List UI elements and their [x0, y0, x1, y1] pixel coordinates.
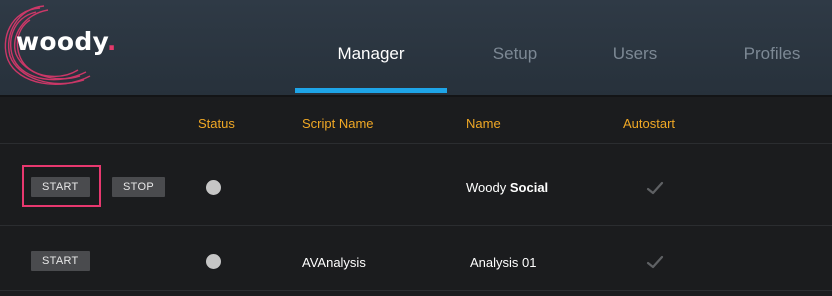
tab-users[interactable]: Users [595, 44, 675, 70]
col-header-status: Status [198, 116, 235, 131]
start-button[interactable]: START [31, 177, 90, 197]
tab-profiles[interactable]: Profiles [722, 44, 822, 70]
col-header-autostart: Autostart [623, 116, 676, 131]
header-divider [0, 95, 832, 97]
tab-manager[interactable]: Manager [295, 44, 447, 70]
start-button[interactable]: START [31, 251, 90, 271]
col-header-name: Name [466, 116, 501, 131]
tab-setup-label: Setup [492, 44, 538, 63]
active-tab-indicator [295, 88, 447, 93]
name-prefix: Analysis 01 [470, 255, 537, 270]
autostart-check-icon [646, 181, 664, 195]
name-cell: Analysis 01 [470, 255, 536, 270]
tab-setup[interactable]: Setup [470, 44, 560, 70]
row-divider [0, 143, 832, 144]
script-name-cell: AVAnalysis [302, 255, 366, 270]
stop-button[interactable]: STOP [112, 177, 165, 197]
tab-manager-label: Manager [337, 44, 405, 63]
row-divider [0, 225, 832, 226]
status-indicator-icon [206, 180, 221, 195]
tab-profiles-label: Profiles [743, 44, 801, 63]
tab-users-label: Users [612, 44, 658, 63]
row-divider [0, 290, 832, 291]
top-header: woody. Manager Setup Users Profiles [0, 0, 832, 95]
col-header-script-name: Script Name [302, 116, 374, 131]
name-prefix: Woody [466, 180, 507, 195]
autostart-check-icon [646, 255, 664, 269]
logo-word: woody [16, 27, 107, 56]
logo: woody. [0, 0, 150, 95]
name-bold: Social [509, 180, 549, 195]
status-indicator-icon [206, 254, 221, 269]
logo-text: woody. [16, 27, 117, 56]
name-cell: Woody Social [466, 180, 548, 195]
logo-dot: . [106, 27, 117, 56]
